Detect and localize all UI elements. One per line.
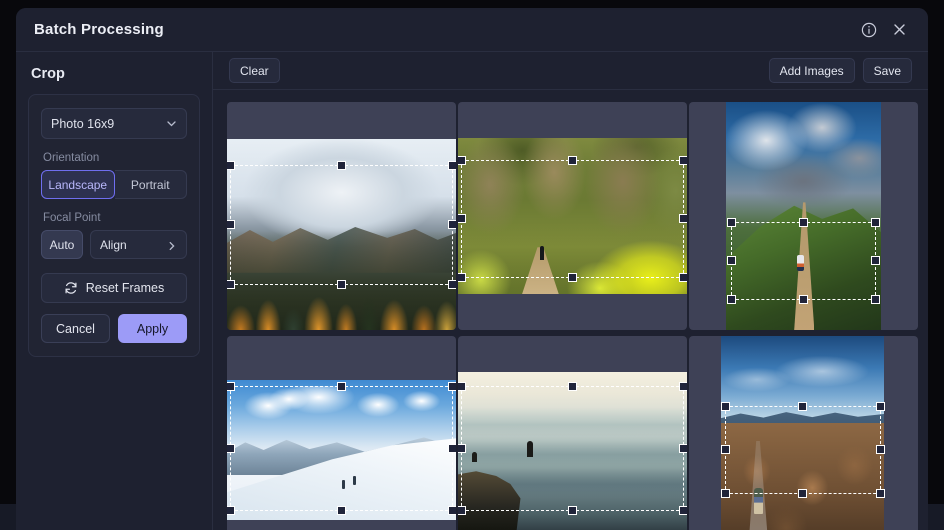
orientation-option-portrait[interactable]: Portrait xyxy=(114,170,187,199)
save-button[interactable]: Save xyxy=(862,58,912,83)
thumbnail-cell[interactable] xyxy=(689,336,918,530)
photo-green-hills-wildflowers xyxy=(458,138,687,294)
content-area: Clear Add Images Save xyxy=(213,52,928,530)
photo-snow-slope-skiers xyxy=(227,380,456,520)
app-root: Color Enhancements Batch Processing xyxy=(0,0,944,530)
focal-align-label: Align xyxy=(100,237,127,252)
content-toolbar: Clear Add Images Save xyxy=(213,52,928,90)
aspect-ratio-value: Photo 16x9 xyxy=(51,116,115,131)
orientation-label: Orientation xyxy=(43,152,100,164)
focal-align-button[interactable]: Align xyxy=(90,230,187,259)
thumbnail-cell[interactable] xyxy=(458,102,687,330)
cancel-button[interactable]: Cancel xyxy=(41,314,110,343)
thumbnail-cell[interactable] xyxy=(227,336,456,530)
photo-desert-backpacker xyxy=(721,336,884,530)
orientation-option-landscape[interactable]: Landscape xyxy=(41,170,115,199)
add-images-button[interactable]: Add Images xyxy=(768,58,855,83)
focal-point-label: Focal Point xyxy=(43,212,101,224)
crop-action-row: Cancel Apply xyxy=(41,314,187,343)
clear-button[interactable]: Clear xyxy=(229,58,280,83)
dialog-title: Batch Processing xyxy=(34,21,164,38)
info-circle-icon[interactable] xyxy=(854,15,884,45)
focal-auto-button[interactable]: Auto xyxy=(41,230,83,259)
refresh-icon xyxy=(64,281,78,295)
thumbnail-cell[interactable] xyxy=(227,102,456,330)
thumbnail-cell[interactable] xyxy=(689,102,918,330)
thumbnail-grid xyxy=(227,102,928,530)
close-icon[interactable] xyxy=(884,15,914,45)
photo-ridge-trail-runner xyxy=(726,102,881,330)
orientation-segmented-control: Landscape Portrait xyxy=(41,170,187,199)
reset-frames-button[interactable]: Reset Frames xyxy=(41,273,187,303)
chevron-down-icon xyxy=(166,118,177,129)
thumbnail-cell[interactable] xyxy=(458,336,687,530)
thumbnail-grid-scroll[interactable] xyxy=(213,90,928,530)
dialog-titlebar: Batch Processing xyxy=(16,8,928,52)
batch-processing-dialog: Batch Processing Crop Photo 16x9 Orienta… xyxy=(16,8,928,530)
photo-autumn-mountain-forest xyxy=(227,139,456,330)
focal-point-row: Auto Align xyxy=(41,230,187,259)
dialog-body: Crop Photo 16x9 Orientation Landscape Po… xyxy=(16,52,928,530)
crop-section-title: Crop xyxy=(31,66,65,82)
crop-settings-card: Photo 16x9 Orientation Landscape Portrai… xyxy=(28,94,200,357)
apply-button[interactable]: Apply xyxy=(118,314,187,343)
crop-sidebar: Crop Photo 16x9 Orientation Landscape Po… xyxy=(16,52,213,530)
aspect-ratio-select[interactable]: Photo 16x9 xyxy=(41,108,187,139)
reset-frames-label: Reset Frames xyxy=(85,281,165,295)
photo-cliff-overlook-silhouette xyxy=(458,372,687,530)
chevron-right-icon xyxy=(167,240,177,250)
